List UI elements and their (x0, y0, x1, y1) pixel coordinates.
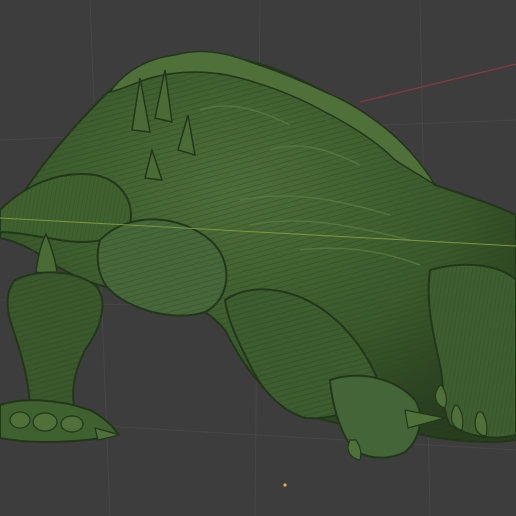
x-axis-line (359, 63, 516, 103)
sculpted-creature-model[interactable] (0, 50, 516, 461)
viewport-canvas (0, 0, 516, 516)
3d-cursor[interactable] (283, 483, 287, 487)
3d-viewport[interactable] (0, 0, 516, 516)
